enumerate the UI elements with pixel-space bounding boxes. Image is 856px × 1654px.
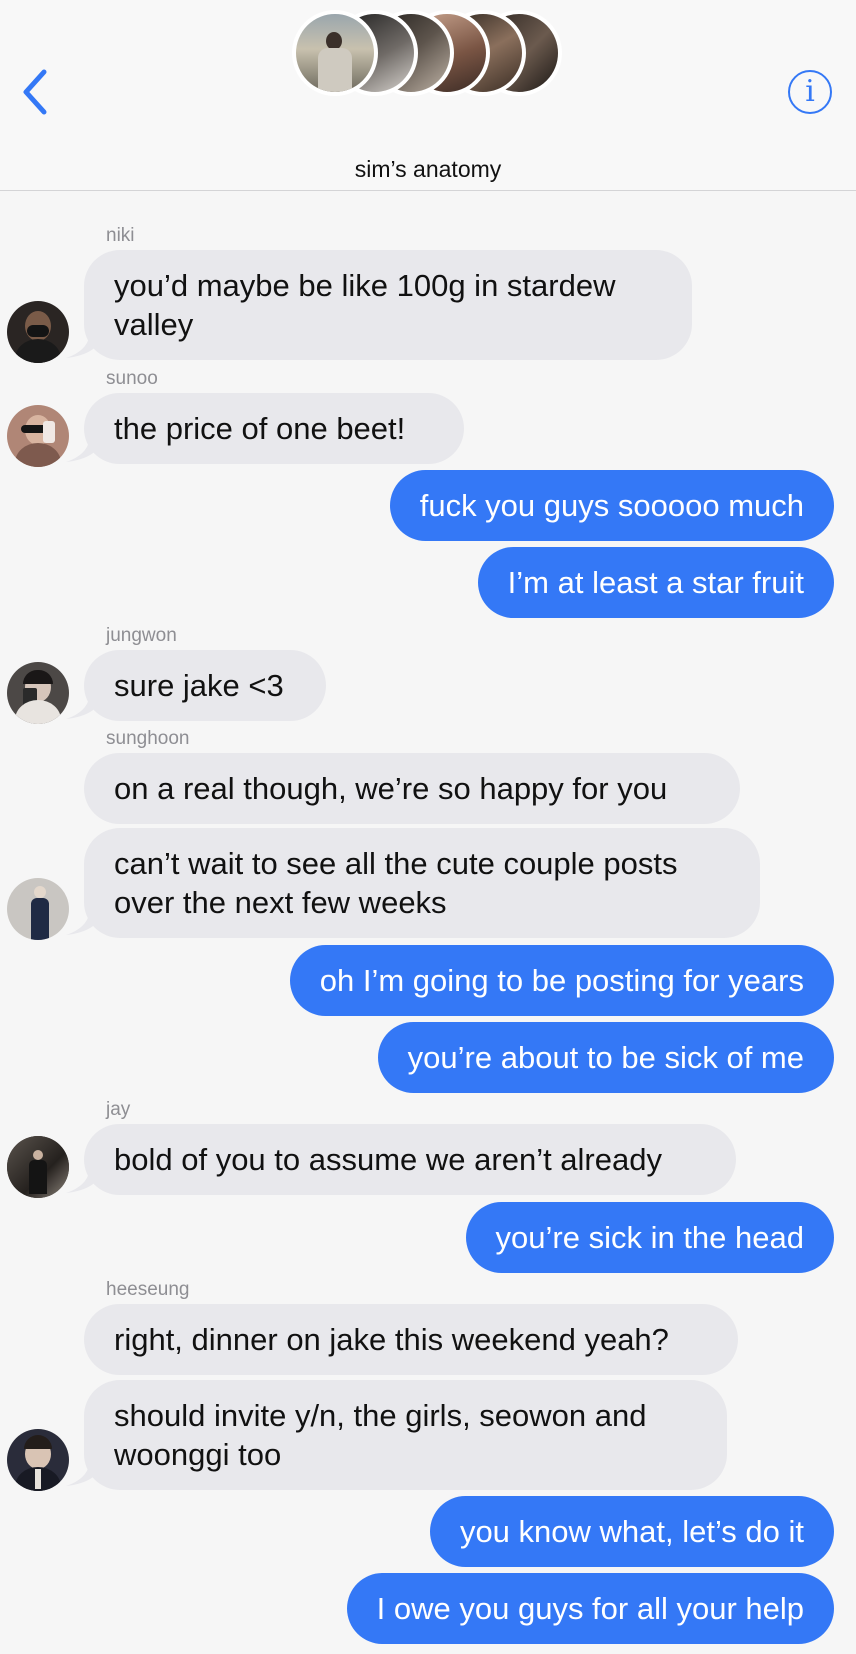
- message-line: you know what, let’s do it: [459, 1514, 804, 1549]
- jungwon-avatar[interactable]: [7, 662, 69, 724]
- group-avatar-stack[interactable]: [292, 10, 562, 96]
- outgoing-message-bubble[interactable]: I’m at least a star fruit: [477, 547, 834, 618]
- message-line: over the next few weeks: [114, 885, 447, 920]
- bubble-tail: [66, 907, 106, 935]
- outgoing-message-bubble[interactable]: oh I’m going to be posting for years: [289, 945, 834, 1016]
- incoming-message-bubble[interactable]: should invite y/n, the girls, seowon and…: [84, 1380, 727, 1490]
- incoming-message-bubble[interactable]: can’t wait to see all the cute couple po…: [84, 828, 760, 938]
- incoming-message-bubble[interactable]: bold of you to assume we aren’t already: [84, 1124, 736, 1195]
- bubble-tail: [66, 434, 106, 462]
- sender-name: jungwon: [106, 625, 177, 646]
- info-icon: i: [805, 74, 815, 109]
- message-line: you’re sick in the head: [495, 1220, 804, 1255]
- bubble-tail: [66, 691, 106, 719]
- group-title: sim’s anatomy: [354, 156, 502, 182]
- message-line: on a real though, we’re so happy for you: [114, 771, 668, 806]
- sender-name: sunoo: [106, 368, 158, 389]
- incoming-message-bubble[interactable]: on a real though, we’re so happy for you: [84, 753, 740, 824]
- sender-name: heeseung: [106, 1279, 190, 1300]
- stack-avatar-1: [292, 10, 378, 96]
- message-line: I’m at least a star fruit: [507, 565, 804, 600]
- outgoing-message-bubble[interactable]: fuck you guys sooooo much: [389, 470, 834, 541]
- incoming-message-bubble[interactable]: the price of one beet!: [84, 393, 464, 464]
- incoming-message-bubble[interactable]: you’d maybe be like 100g in stardew vall…: [84, 250, 692, 360]
- message-line: woonggi too: [114, 1437, 282, 1472]
- bubble-tail: [66, 330, 106, 358]
- back-button[interactable]: [18, 66, 58, 118]
- conversation-header: i sim’s anatomy: [0, 0, 856, 191]
- message-line: sure jake <3: [114, 668, 284, 703]
- outgoing-message-bubble[interactable]: I owe you guys for all your help: [346, 1573, 834, 1644]
- niki-avatar[interactable]: [7, 301, 69, 363]
- message-line: valley: [114, 307, 194, 342]
- info-button[interactable]: i: [788, 70, 832, 114]
- message-line: fuck you guys sooooo much: [419, 488, 804, 523]
- message-line: right, dinner on jake this weekend yeah?: [114, 1322, 669, 1357]
- incoming-message-bubble[interactable]: sure jake <3: [84, 650, 326, 721]
- bubble-tail: [66, 1458, 106, 1486]
- message-line: can’t wait to see all the cute couple po…: [114, 846, 678, 881]
- sender-name: niki: [106, 225, 135, 246]
- sunghoon-avatar[interactable]: [7, 878, 69, 940]
- heeseung-avatar[interactable]: [7, 1429, 69, 1491]
- sunoo-avatar[interactable]: [7, 405, 69, 467]
- bubble-tail: [66, 1165, 106, 1193]
- sender-name: jay: [106, 1099, 131, 1120]
- jay-avatar[interactable]: [7, 1136, 69, 1198]
- outgoing-message-bubble[interactable]: you’re about to be sick of me: [377, 1022, 834, 1093]
- message-line: should invite y/n, the girls, seowon and: [114, 1398, 647, 1433]
- chevron-left-icon: [23, 69, 47, 115]
- message-line: bold of you to assume we aren’t already: [114, 1142, 662, 1177]
- message-line: I owe you guys for all your help: [376, 1591, 804, 1626]
- sender-name: sunghoon: [106, 728, 190, 749]
- message-line: you’re about to be sick of me: [407, 1040, 804, 1075]
- message-line: you’d maybe be like 100g in stardew: [114, 268, 616, 303]
- message-line: oh I’m going to be posting for years: [319, 963, 804, 998]
- incoming-message-bubble[interactable]: right, dinner on jake this weekend yeah?: [84, 1304, 738, 1375]
- outgoing-message-bubble[interactable]: you’re sick in the head: [465, 1202, 834, 1273]
- message-line: the price of one beet!: [114, 411, 406, 446]
- outgoing-message-bubble[interactable]: you know what, let’s do it: [429, 1496, 834, 1567]
